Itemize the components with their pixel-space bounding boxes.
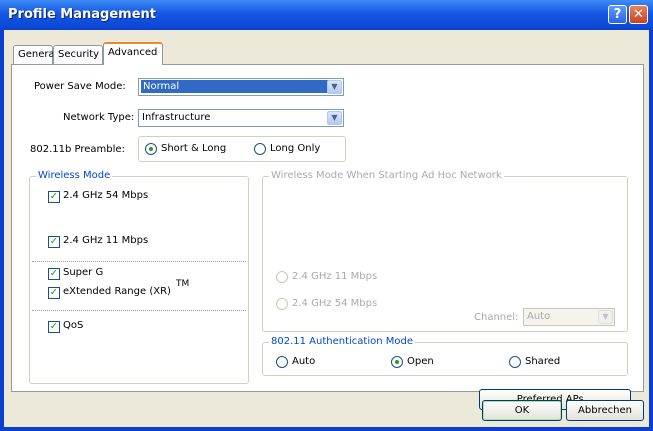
check-super-g[interactable]: ✓ [48, 268, 60, 280]
check-xr[interactable]: ✓ [48, 287, 60, 299]
trademark-superscript: TM [176, 279, 190, 289]
check-super-g-label[interactable]: Super G [63, 267, 103, 278]
channel-label: Channel: [474, 312, 519, 323]
adhoc-mode-group: Wireless Mode When Starting Ad Hoc Netwo… [262, 170, 628, 332]
separator [32, 261, 246, 262]
check-qos[interactable]: ✓ [48, 321, 60, 333]
power-save-value: Normal [141, 80, 331, 93]
preamble-long-only-radio[interactable] [254, 143, 266, 155]
tab-security[interactable]: Security [53, 45, 103, 65]
check-xr-label[interactable]: eXtended Range (XR) [63, 286, 171, 297]
auth-shared-radio[interactable] [509, 356, 521, 368]
preamble-group: Short & Long Long Only [138, 136, 346, 162]
adhoc-54mbps-radio[interactable] [276, 298, 288, 310]
auth-shared-label[interactable]: Shared [525, 356, 560, 367]
tab-general-label: General [18, 49, 58, 60]
wireless-mode-title: Wireless Mode [36, 170, 113, 181]
preamble-short-long-label[interactable]: Short & Long [161, 143, 226, 154]
power-save-select[interactable]: Normal ▼ [138, 78, 344, 96]
wireless-mode-group: Wireless Mode ✓ 2.4 GHz 54 Mbps ✓ 2.4 GH… [29, 170, 249, 384]
chevron-down-icon[interactable]: ▼ [327, 80, 342, 94]
title-bar[interactable]: Profile Management ? ✕ [0, 0, 653, 30]
tab-advanced[interactable]: Advanced [103, 42, 163, 65]
network-type-select[interactable]: Infrastructure ▼ [138, 109, 344, 127]
preamble-long-only-label[interactable]: Long Only [270, 143, 320, 154]
auth-auto-label[interactable]: Auto [292, 356, 315, 367]
ok-button[interactable]: OK [482, 400, 562, 421]
advanced-panel: Power Save Mode: Normal ▼ Network Type: … [11, 64, 644, 410]
check-11mbps[interactable]: ✓ [48, 236, 60, 248]
chevron-down-icon[interactable]: ▼ [327, 111, 342, 125]
adhoc-54mbps-label[interactable]: 2.4 GHz 54 Mbps [292, 298, 377, 309]
check-54mbps[interactable]: ✓ [48, 191, 60, 203]
cancel-button[interactable]: Abbrechen [566, 400, 644, 421]
network-type-value: Infrastructure [142, 112, 211, 123]
profile-management-window: Profile Management ? ✕ General Security … [0, 0, 653, 431]
auth-mode-group: 802.11 Authentication Mode Auto Open Sha… [262, 336, 628, 376]
auth-open-radio[interactable] [391, 356, 403, 368]
chevron-down-icon[interactable]: ▼ [598, 310, 613, 324]
auth-mode-title: 802.11 Authentication Mode [269, 336, 416, 347]
auth-open-label[interactable]: Open [407, 356, 434, 367]
check-54mbps-label[interactable]: 2.4 GHz 54 Mbps [63, 190, 148, 201]
dialog-body: General Security Advanced Power Save Mod… [4, 30, 649, 427]
adhoc-mode-title: Wireless Mode When Starting Ad Hoc Netwo… [269, 170, 504, 181]
adhoc-11mbps-radio[interactable] [276, 271, 288, 283]
close-button[interactable]: ✕ [629, 5, 648, 24]
preamble-short-long-radio[interactable] [145, 143, 157, 155]
preamble-label: 802.11b Preamble: [30, 144, 125, 155]
window-title: Profile Management [8, 7, 156, 22]
adhoc-11mbps-label[interactable]: 2.4 GHz 11 Mbps [292, 271, 377, 282]
network-type-label: Network Type: [63, 112, 135, 123]
tab-advanced-label: Advanced [108, 47, 158, 58]
help-button[interactable]: ? [608, 5, 627, 24]
channel-select[interactable]: Auto ▼ [523, 308, 615, 326]
check-qos-label[interactable]: QoS [63, 320, 83, 331]
tab-security-label: Security [58, 49, 100, 60]
auth-auto-radio[interactable] [276, 356, 288, 368]
power-save-label: Power Save Mode: [34, 81, 126, 92]
channel-value: Auto [527, 311, 551, 322]
tab-general[interactable]: General [13, 45, 57, 65]
check-11mbps-label[interactable]: 2.4 GHz 11 Mbps [63, 235, 148, 246]
separator [32, 310, 246, 311]
